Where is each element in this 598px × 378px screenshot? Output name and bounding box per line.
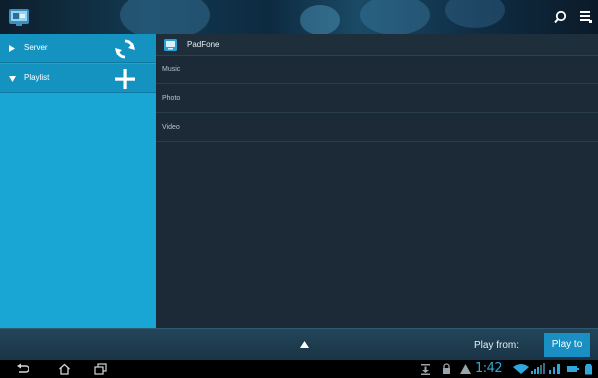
warning-icon — [460, 364, 471, 374]
device-header[interactable]: PadFone — [156, 34, 598, 56]
background-decoration — [300, 5, 340, 34]
up-arrow-icon[interactable] — [300, 341, 309, 348]
category-row-music[interactable]: Music — [156, 56, 598, 84]
signal-icon — [531, 363, 545, 374]
category-label: Photo — [162, 95, 181, 102]
action-bar — [0, 0, 598, 34]
recent-apps-icon[interactable] — [94, 363, 107, 375]
battery-icon — [585, 364, 592, 375]
add-icon[interactable] — [113, 67, 137, 91]
category-label: Music — [162, 66, 181, 73]
background-decoration — [360, 0, 430, 34]
category-label: Video — [162, 124, 180, 131]
background-decoration — [120, 0, 210, 34]
sidebar-item-server[interactable]: Server — [0, 34, 156, 63]
category-row-photo[interactable]: Photo — [156, 85, 598, 113]
play-from-label[interactable]: Play from: — [474, 340, 519, 351]
player-bar: Play from: Play to — [0, 328, 598, 360]
network-icon — [549, 364, 560, 374]
clock: 1:42 — [475, 361, 503, 376]
search-icon[interactable] — [552, 9, 568, 25]
sidebar: Server Playlist — [0, 34, 156, 328]
media-share-logo-icon[interactable] — [8, 6, 30, 28]
device-name: PadFone — [187, 40, 220, 49]
overflow-menu-icon[interactable] — [578, 9, 594, 25]
lock-icon — [443, 363, 450, 374]
category-row-video[interactable]: Video — [156, 114, 598, 142]
home-icon[interactable] — [58, 363, 71, 375]
download-icon — [421, 364, 430, 375]
sidebar-item-label: Playlist — [24, 73, 50, 82]
usb-icon — [567, 366, 579, 372]
device-icon — [164, 39, 177, 51]
play-to-button[interactable]: Play to — [544, 333, 590, 357]
background-decoration — [445, 0, 505, 28]
refresh-icon[interactable] — [113, 37, 137, 61]
content-panel: PadFone Music Photo Video — [156, 34, 598, 328]
collapsed-arrow-icon — [9, 45, 15, 52]
expanded-arrow-icon — [9, 76, 16, 82]
sidebar-item-label: Server — [24, 43, 48, 52]
sidebar-item-playlist[interactable]: Playlist — [0, 64, 156, 93]
system-bar: 1:42 — [0, 360, 598, 378]
wifi-icon — [513, 364, 529, 374]
back-icon[interactable] — [16, 363, 29, 375]
